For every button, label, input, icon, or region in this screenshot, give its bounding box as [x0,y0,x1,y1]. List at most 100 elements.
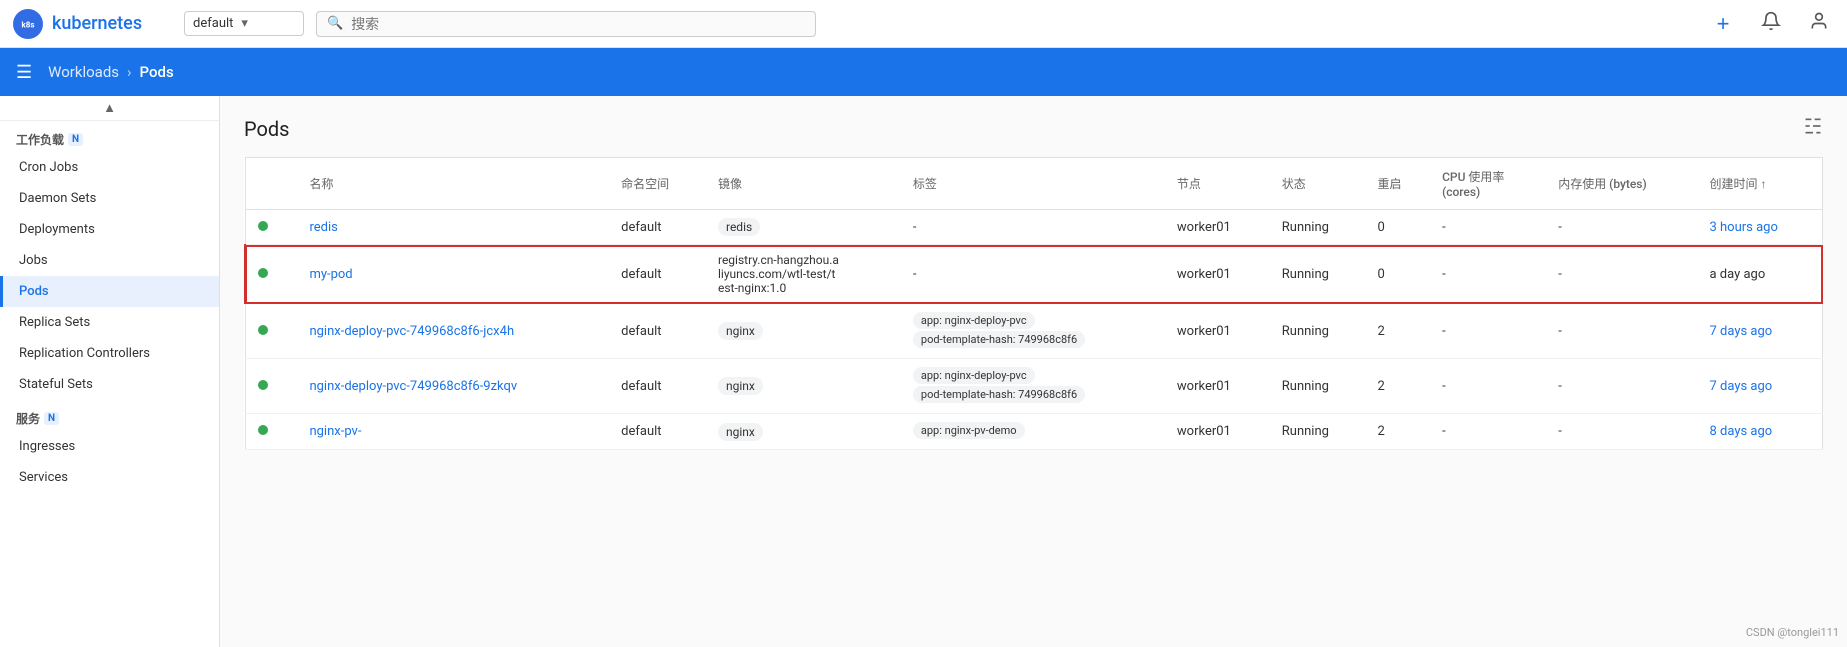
row-namespace: default [609,210,706,245]
row-name: redis [297,210,609,245]
created-text: a day ago [1709,267,1765,282]
row-memory: - [1546,210,1697,245]
row-memory: - [1546,304,1697,359]
created-link[interactable]: 7 days ago [1709,324,1772,339]
table-row: nginx-deploy-pvc-749968c8f6-9zkqv defaul… [245,359,1823,414]
pods-breadcrumb: Pods [140,63,174,81]
pod-link[interactable]: nginx-pv- [309,424,361,439]
row-labels: - [901,210,1165,245]
row-labels: app: nginx-deploy-pvc pod-template-hash:… [901,304,1165,359]
scroll-up-button[interactable]: ▲ [0,96,219,121]
sidebar-item-replication-controllers[interactable]: Replication Controllers [0,338,219,369]
row-namespace: default [609,414,706,450]
row-node: worker01 [1165,210,1270,245]
services-badge: N [44,412,59,425]
workloads-badge: N [68,133,83,146]
row-restarts: 2 [1366,304,1431,359]
csdn-watermark: CSDN @tonglei111 [1746,626,1839,639]
table-row: nginx-pv- default nginx app: nginx-pv-de… [245,414,1823,450]
row-status-dot [245,210,297,245]
row-created: 8 days ago [1697,414,1822,450]
row-status-dot [245,304,297,359]
table-row: nginx-deploy-pvc-749968c8f6-jcx4h defaul… [245,304,1823,359]
sidebar-item-stateful-sets[interactable]: Stateful Sets [0,369,219,400]
search-bar: 🔍 [316,11,816,37]
row-image: nginx [706,414,901,450]
label-tag: app: nginx-deploy-pvc [913,367,1035,384]
filter-icon[interactable] [1803,116,1823,141]
col-memory: 内存使用 (bytes) [1546,158,1697,210]
menu-icon[interactable]: ☰ [16,62,32,83]
row-restarts: 2 [1366,414,1431,450]
sidebar-item-pods[interactable]: Pods [0,276,219,307]
row-status: Running [1270,414,1366,450]
row-restarts: 0 [1366,210,1431,245]
label-tag: app: nginx-deploy-pvc [913,312,1035,329]
sidebar-item-daemon-sets[interactable]: Daemon Sets [0,183,219,214]
add-button[interactable]: + [1707,8,1739,40]
row-image: nginx [706,359,901,414]
notifications-button[interactable] [1755,8,1787,40]
row-name: nginx-deploy-pvc-749968c8f6-jcx4h [297,304,609,359]
row-image: redis [706,210,901,245]
sidebar-item-cron-jobs[interactable]: Cron Jobs [0,152,219,183]
table-row: my-pod default registry.cn-hangzhou.aliy… [245,245,1823,304]
sidebar-item-replica-sets[interactable]: Replica Sets [0,307,219,338]
row-status: Running [1270,304,1366,359]
image-tag: redis [718,218,760,236]
created-link[interactable]: 3 hours ago [1709,220,1777,235]
label-tag: app: nginx-pv-demo [913,422,1025,439]
namespace-value: default [193,16,233,31]
row-memory: - [1546,359,1697,414]
logo-text: kubernetes [52,13,142,34]
created-link[interactable]: 7 days ago [1709,379,1772,394]
row-memory: - [1546,245,1697,304]
row-image: nginx [706,304,901,359]
created-link[interactable]: 8 days ago [1709,424,1772,439]
row-status: Running [1270,245,1366,304]
col-namespace: 命名空间 [609,158,706,210]
image-tag: nginx [718,423,763,441]
row-node: worker01 [1165,414,1270,450]
user-button[interactable] [1803,8,1835,40]
sidebar-item-ingresses[interactable]: Ingresses [0,431,219,462]
col-status: 状态 [1270,158,1366,210]
top-nav-actions: + [1707,8,1835,40]
row-labels: app: nginx-pv-demo [901,414,1165,450]
pod-link[interactable]: nginx-deploy-pvc-749968c8f6-jcx4h [309,324,514,339]
row-cpu: - [1430,304,1546,359]
row-memory: - [1546,414,1697,450]
label-tag: pod-template-hash: 749968c8f6 [913,331,1085,348]
sidebar-item-jobs[interactable]: Jobs [0,245,219,276]
status-dot-green [258,268,268,278]
status-dot-green [258,325,268,335]
top-nav: k8s kubernetes default ▾ 🔍 + [0,0,1847,48]
row-restarts: 2 [1366,359,1431,414]
page-title: Pods [244,117,290,141]
row-name: nginx-pv- [297,414,609,450]
search-input[interactable] [351,16,805,32]
row-created: 7 days ago [1697,304,1822,359]
workloads-breadcrumb[interactable]: Workloads [48,63,119,81]
breadcrumb-separator: › [127,63,132,81]
row-status-dot [245,245,297,304]
status-dot-green [258,380,268,390]
pod-link[interactable]: redis [309,220,337,235]
table-header-row: 名称 命名空间 镜像 标签 节点 状态 重启 CPU 使用率(cores) 内存… [245,158,1823,210]
main-content: Pods 名称 命名空间 镜像 标签 节点 状态 重启 CPU 使用率(core… [220,96,1847,647]
label-tag: pod-template-hash: 749968c8f6 [913,386,1085,403]
row-cpu: - [1430,210,1546,245]
col-cpu: CPU 使用率(cores) [1430,158,1546,210]
status-dot-green [258,425,268,435]
sidebar-item-services[interactable]: Services [0,462,219,493]
namespace-selector[interactable]: default ▾ [184,11,304,36]
pod-link[interactable]: my-pod [309,267,352,282]
table-row: redis default redis - worker01 Running 0… [245,210,1823,245]
pod-link[interactable]: nginx-deploy-pvc-749968c8f6-9zkqv [309,379,517,394]
row-cpu: - [1430,245,1546,304]
col-status-dot [245,158,297,210]
sidebar-item-deployments[interactable]: Deployments [0,214,219,245]
search-icon: 🔍 [327,16,343,31]
services-section-label: 服务 N [0,400,219,431]
page-header: Pods [244,116,1823,141]
